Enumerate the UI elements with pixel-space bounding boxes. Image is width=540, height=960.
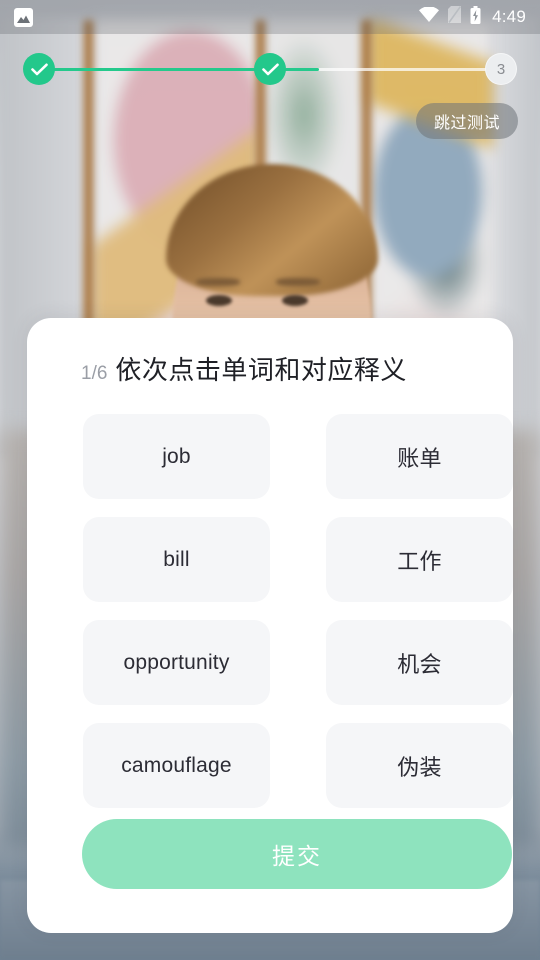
progress-step-1[interactable]: [23, 53, 55, 85]
word-option-2[interactable]: bill: [83, 517, 270, 602]
submit-button[interactable]: 提交: [82, 819, 512, 889]
meaning-option-4[interactable]: 伪装: [326, 723, 513, 808]
status-bar: 4:49: [0, 0, 540, 34]
battery-charging-icon: [470, 5, 481, 29]
person-brow-right: [276, 278, 320, 286]
quiz-instruction: 依次点击单词和对应释义: [115, 355, 407, 385]
progress-step-3[interactable]: 3: [485, 53, 517, 85]
person-eye-left: [206, 295, 232, 306]
meaning-option-3[interactable]: 机会: [326, 620, 513, 705]
wifi-icon: [419, 6, 440, 27]
app-screen: 4:49 3 跳过测试 1/6 依次点击单词和对应释义 job 账单 bill …: [0, 0, 540, 960]
word-option-4[interactable]: camouflage: [83, 723, 270, 808]
skip-test-label: 跳过测试: [433, 115, 500, 132]
progress-stepper: 3: [0, 53, 540, 85]
progress-step-3-label: 3: [496, 60, 506, 78]
status-bar-notifications: [14, 7, 33, 27]
person-eye-right: [282, 295, 308, 306]
question-counter: 1/6: [81, 363, 108, 384]
word-option-3[interactable]: opportunity: [83, 620, 270, 705]
meaning-option-2[interactable]: 工作: [326, 517, 513, 602]
meaning-option-1[interactable]: 账单: [326, 414, 513, 499]
progress-step-2[interactable]: [254, 53, 286, 85]
no-sim-icon: [448, 6, 462, 28]
skip-test-button[interactable]: 跳过测试: [415, 103, 518, 139]
person-brow-left: [196, 278, 240, 286]
word-option-1[interactable]: job: [83, 414, 270, 499]
check-icon: [261, 63, 279, 76]
photo-icon: [14, 7, 33, 27]
match-options-grid: job 账单 bill 工作 opportunity 机会 camouflage…: [55, 414, 513, 808]
status-bar-indicators: 4:49: [419, 5, 526, 29]
status-bar-clock: 4:49: [492, 7, 526, 26]
quiz-header: 1/6 依次点击单词和对应释义: [55, 350, 485, 387]
quiz-card: 1/6 依次点击单词和对应释义 job 账单 bill 工作 opportuni…: [27, 318, 513, 933]
check-icon: [30, 63, 48, 76]
